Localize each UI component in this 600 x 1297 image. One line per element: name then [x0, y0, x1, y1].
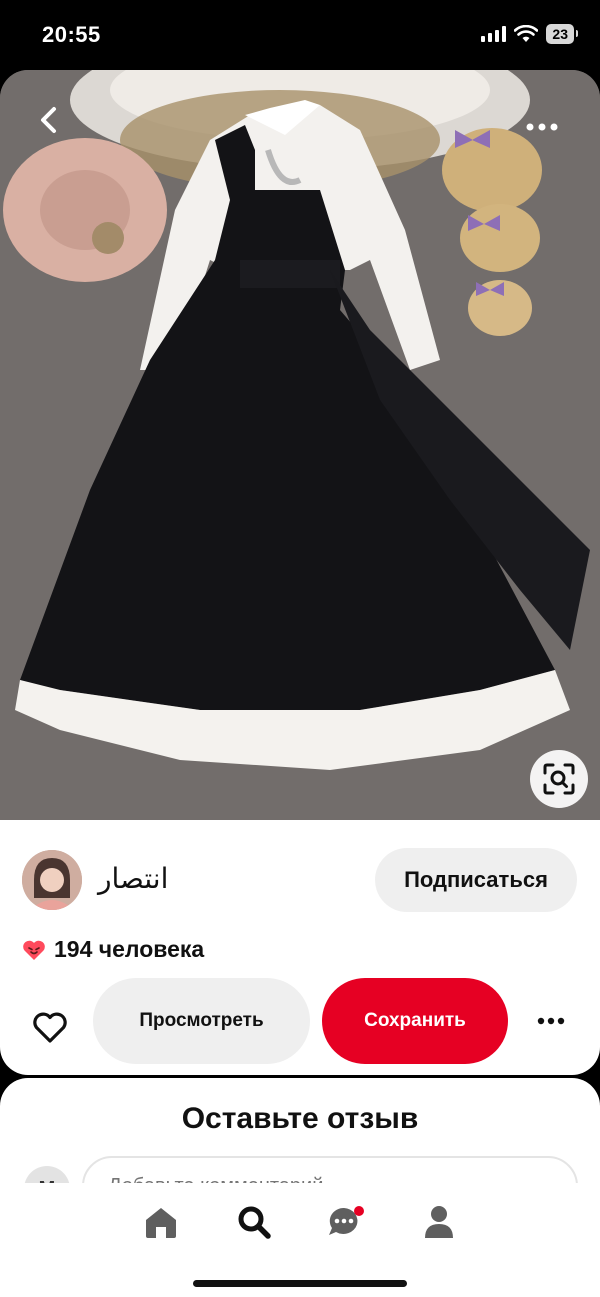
- dress-photo: [0, 70, 600, 820]
- view-button[interactable]: Просмотреть: [93, 978, 310, 1064]
- nav-search[interactable]: [226, 1197, 282, 1247]
- lens-icon: [543, 763, 575, 795]
- chevron-left-icon: [41, 107, 56, 133]
- reactions-count: 194 человека: [54, 936, 205, 962]
- pin-options-button[interactable]: [522, 112, 562, 142]
- wifi-icon: [514, 25, 539, 42]
- home-indicator: [193, 1280, 407, 1287]
- search-icon: [238, 1206, 271, 1239]
- nav-home[interactable]: [133, 1197, 189, 1247]
- cellular-signal-icon: [481, 26, 507, 42]
- save-button[interactable]: Сохранить: [322, 978, 508, 1064]
- more-options-button[interactable]: [527, 1006, 575, 1036]
- more-horizontal-icon: [537, 1017, 565, 1025]
- nav-messages[interactable]: [318, 1197, 374, 1247]
- avatar-image: [22, 850, 82, 910]
- nav-profile[interactable]: [411, 1197, 467, 1247]
- pin-info-panel: انتصار Подписаться 194 человека Просмотр…: [0, 820, 600, 1075]
- visual-search-button[interactable]: [530, 750, 588, 808]
- comments-title: Оставьте отзыв: [181, 1102, 419, 1135]
- pin-image[interactable]: [0, 70, 600, 820]
- more-horizontal-icon: [526, 123, 558, 131]
- heart-face-emoji-icon: [23, 940, 45, 960]
- creator-avatar[interactable]: [22, 850, 82, 910]
- status-icons: 23: [481, 24, 578, 44]
- heart-icon: [33, 1012, 67, 1043]
- creator-name[interactable]: انتصار: [98, 862, 168, 895]
- chat-icon: [329, 1206, 364, 1235]
- profile-icon: [425, 1206, 453, 1238]
- status-time: 20:55: [42, 22, 101, 47]
- reactions-summary[interactable]: 194 человека: [22, 936, 204, 963]
- battery-indicator: 23: [546, 24, 578, 44]
- status-bar: 20:55 23: [0, 0, 600, 70]
- back-button[interactable]: [28, 100, 68, 140]
- home-icon: [146, 1208, 176, 1238]
- bottom-navigation: [0, 1183, 600, 1297]
- follow-button[interactable]: Подписаться: [375, 848, 577, 912]
- react-button[interactable]: [26, 1004, 74, 1052]
